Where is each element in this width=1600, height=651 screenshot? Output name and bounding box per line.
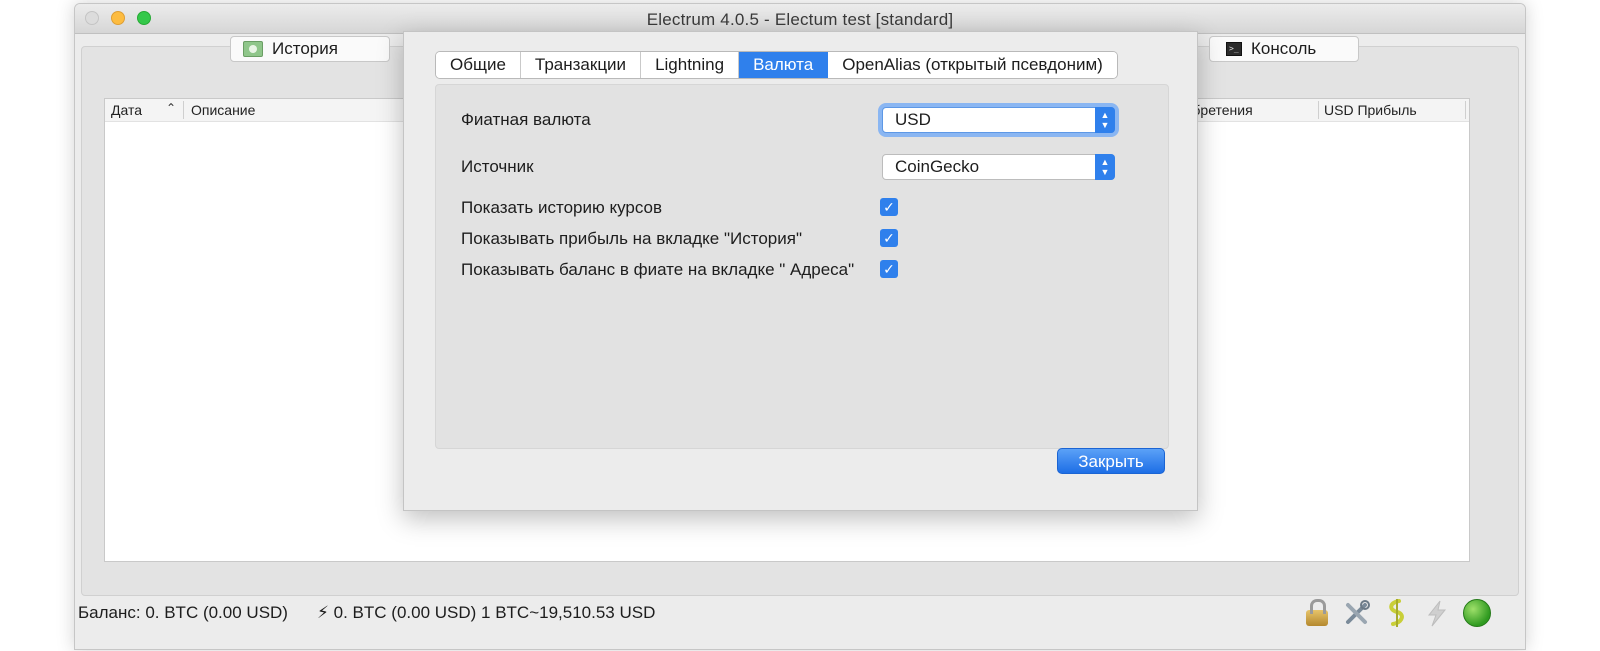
source-label: Источник: [461, 157, 534, 176]
close-button[interactable]: Закрыть: [1057, 448, 1165, 474]
preferences-tab-bar: Общие Транзакции Lightning Валюта OpenAl…: [435, 51, 1118, 79]
status-icons: [1301, 597, 1493, 629]
fiat-balance-label: Показывать баланс в фиате на вкладке " А…: [461, 260, 855, 279]
column-usd-profit[interactable]: USD Прибыль: [1324, 102, 1417, 118]
fiat-currency-label: Фиатная валюта: [461, 110, 591, 129]
lightning-balance-text: ⚡ 0. BTC (0.00 USD) 1 BTC~19,510.53 USD: [317, 603, 656, 622]
title-bar: Electrum 4.0.5 - Electum test [standard]: [75, 4, 1525, 34]
tab-console[interactable]: >_ Консоль: [1209, 36, 1359, 62]
status-bar: Баланс: 0. BTC (0.00 USD) ⚡ 0. BTC (0.00…: [75, 597, 1525, 649]
column-separator: [1318, 101, 1319, 119]
tab-lightning[interactable]: Lightning: [641, 52, 740, 78]
history-icon: [243, 41, 263, 57]
lock-icon[interactable]: [1301, 597, 1333, 629]
sort-ascending-icon[interactable]: ⌃: [166, 101, 176, 115]
currency-settings-panel: Фиатная валюта USD ▲ ▼ Источник CoinGecko…: [435, 84, 1169, 449]
history-rates-checkbox[interactable]: ✓: [880, 198, 898, 216]
tab-openalias[interactable]: OpenAlias (открытый псевдоним): [828, 52, 1117, 78]
tab-currency[interactable]: Валюта: [739, 52, 829, 78]
tab-history-label: История: [272, 39, 338, 58]
tab-transactions[interactable]: Транзакции: [520, 52, 642, 78]
exchange-source-value: CoinGecko: [895, 157, 980, 176]
show-profit-checkbox[interactable]: ✓: [880, 229, 898, 247]
network-status-icon[interactable]: [1461, 597, 1493, 629]
lightning-icon[interactable]: [1421, 597, 1453, 629]
tab-general[interactable]: Общие: [436, 52, 521, 78]
column-description[interactable]: Описание: [191, 102, 255, 118]
show-profit-label: Показывать прибыль на вкладке "История": [461, 229, 802, 248]
column-separator: [1465, 101, 1466, 119]
updown-arrows-icon: ▲ ▼: [1095, 107, 1115, 133]
window-title: Electrum 4.0.5 - Electum test [standard]: [646, 10, 954, 29]
preferences-dialog: Общие Транзакции Lightning Валюта OpenAl…: [403, 31, 1198, 511]
fiat-balance-checkbox[interactable]: ✓: [880, 260, 898, 278]
column-date[interactable]: Дата: [111, 102, 142, 118]
exchange-source-select[interactable]: CoinGecko ▲ ▼: [882, 154, 1115, 180]
seed-icon[interactable]: [1381, 597, 1413, 629]
tab-history[interactable]: История: [230, 36, 390, 62]
tools-icon[interactable]: [1341, 597, 1373, 629]
history-rates-label: Показать историю курсов: [461, 198, 663, 217]
console-icon: >_: [1226, 42, 1242, 56]
fiat-currency-select[interactable]: USD ▲ ▼: [882, 107, 1115, 133]
updown-arrows-icon: ▲ ▼: [1095, 154, 1115, 180]
fiat-currency-value: USD: [895, 110, 931, 129]
tab-console-label: Консоль: [1251, 39, 1317, 58]
balance-text: Баланс: 0. BTC (0.00 USD): [78, 603, 288, 622]
column-separator: [183, 101, 184, 119]
